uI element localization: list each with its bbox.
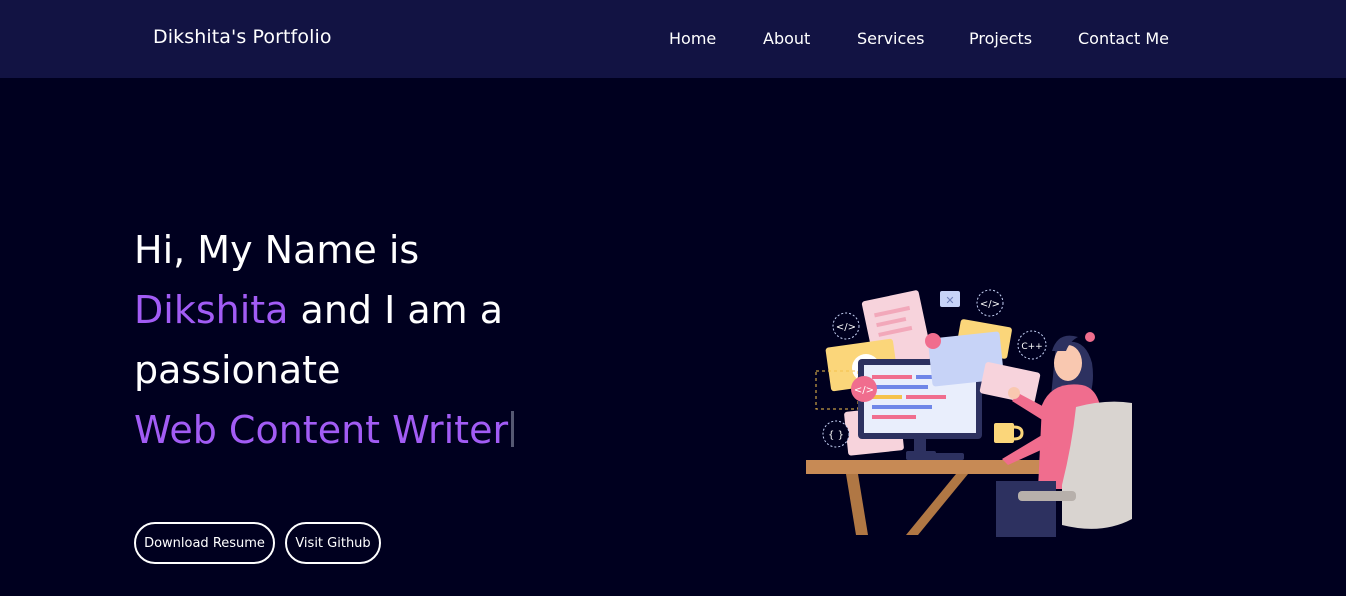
cpp-icon: C++: [1017, 330, 1047, 360]
code-icon-label: </>: [836, 322, 856, 333]
developer-illustration: ✕ </> </> C++ { } </>: [806, 289, 1132, 537]
nav-link-contact[interactable]: Contact Me: [1078, 29, 1169, 48]
hero-role: Web Content Writer: [134, 408, 509, 452]
hero-name: Dikshita: [134, 288, 289, 332]
close-icon-glyph: ✕: [945, 294, 954, 307]
curly-braces-icon: { }: [822, 420, 850, 448]
cpp-icon-label: C++: [1021, 342, 1042, 352]
hero-heading: Hi, My Name is Dikshita and I am a passi…: [134, 220, 654, 460]
check-badge: [925, 333, 941, 349]
hero-greeting: Hi, My Name is: [134, 228, 420, 272]
pink-note: [979, 362, 1041, 404]
nav-link-services[interactable]: Services: [857, 29, 924, 48]
hero-descriptor: passionate: [134, 348, 341, 392]
hero-intro-rest: and I am a: [288, 288, 504, 332]
brand-logo[interactable]: Dikshita's Portfolio: [153, 26, 332, 48]
curly-braces-icon-label: { }: [828, 430, 844, 441]
code-icon-label: </>: [854, 385, 874, 396]
code-icon-label: </>: [980, 299, 1000, 310]
code-icon: </>: [976, 289, 1004, 317]
code-icon: </>: [851, 376, 877, 402]
download-resume-button[interactable]: Download Resume: [134, 522, 275, 564]
visit-github-button[interactable]: Visit Github: [285, 522, 381, 564]
hero-role-line: Web Content Writer: [134, 400, 654, 460]
hero-intro-line: Dikshita and I am a: [134, 280, 654, 340]
nav-link-about[interactable]: About: [763, 29, 810, 48]
nav-link-projects[interactable]: Projects: [969, 29, 1032, 48]
code-icon: </>: [832, 312, 860, 340]
nav-link-home[interactable]: Home: [669, 29, 716, 48]
coffee-mug: [994, 423, 1024, 443]
typing-cursor: [511, 411, 515, 447]
navbar: Dikshita's Portfolio Home About Services…: [0, 0, 1346, 78]
